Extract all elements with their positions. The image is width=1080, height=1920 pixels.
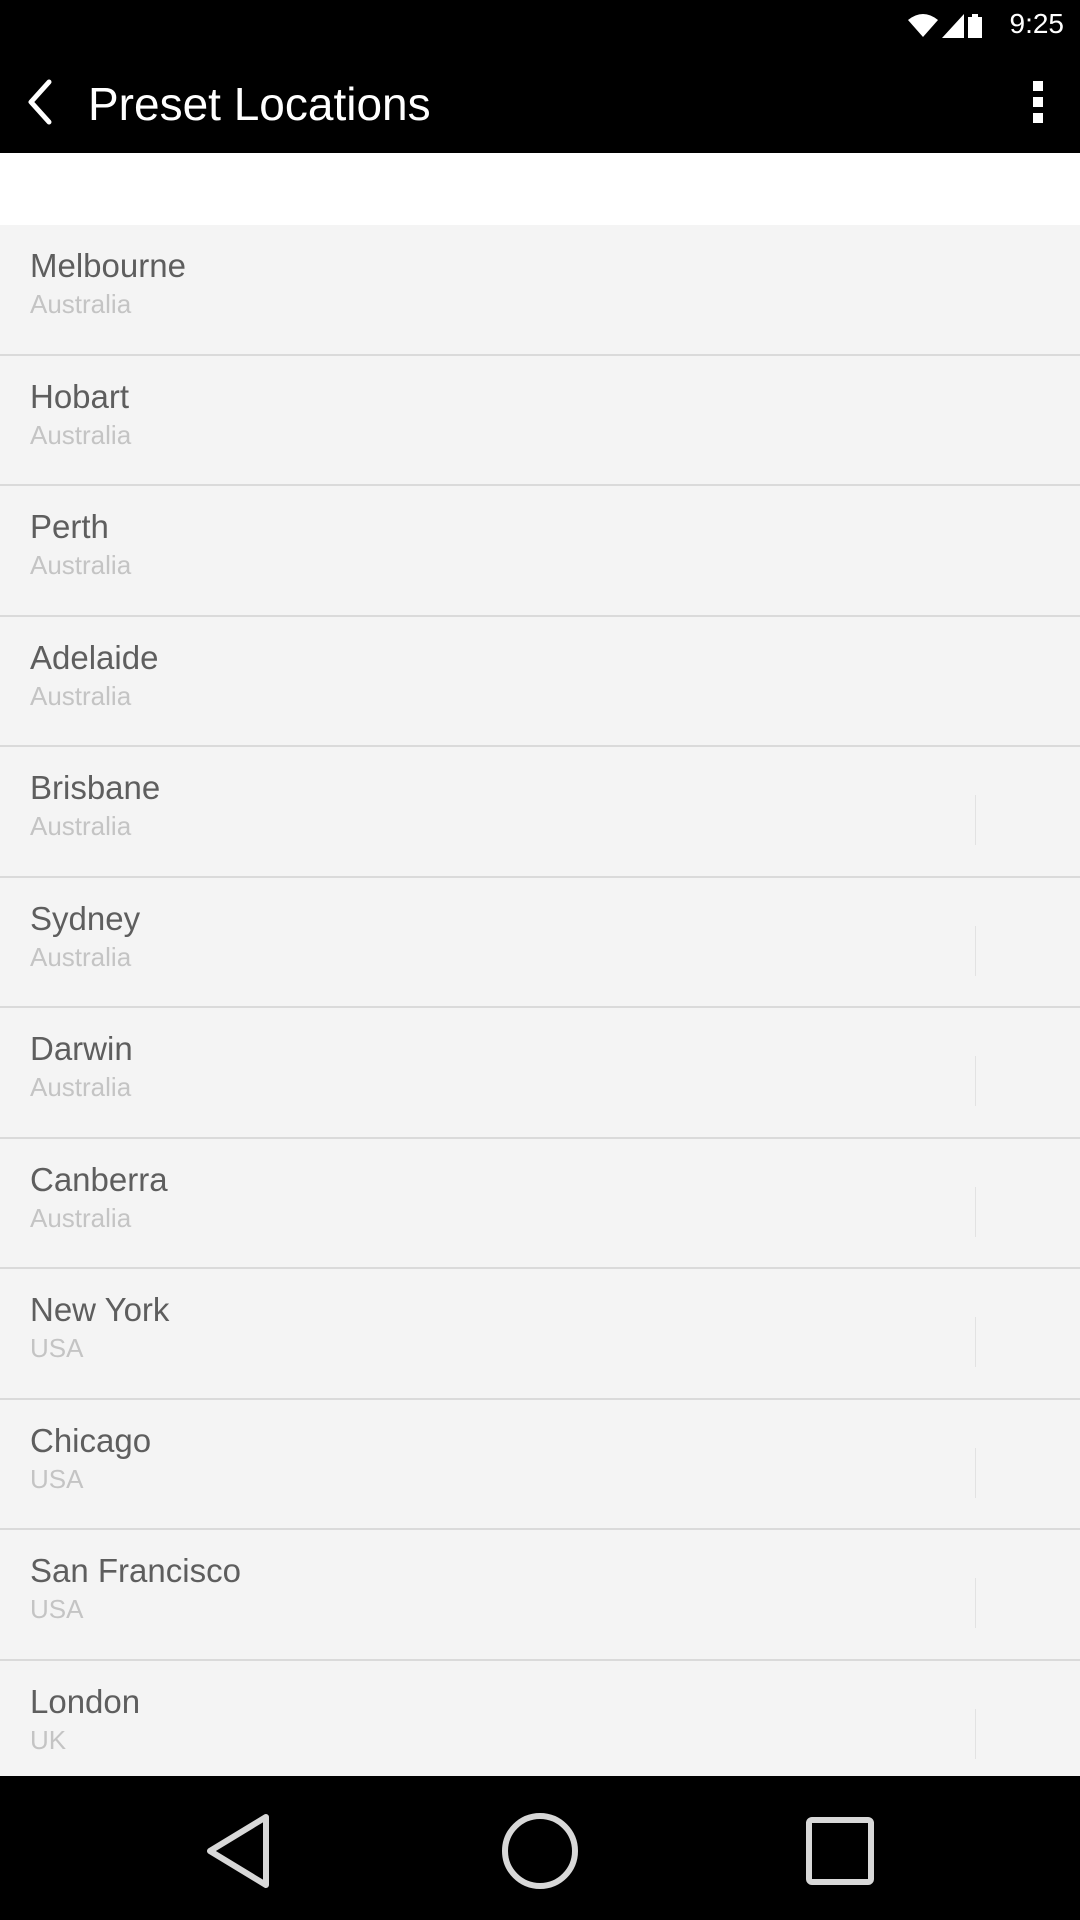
chevron-left-icon [28,79,52,125]
country-name: Australia [30,289,132,319]
list-item[interactable]: Canberra Australia [0,1138,1080,1269]
item-divider-handle [975,1447,976,1498]
list-item[interactable]: Hobart Australia [0,355,1080,486]
list-item[interactable]: Chicago USA [0,1399,1080,1530]
more-vert-icon [1033,81,1043,123]
city-name: Chicago [30,1421,152,1459]
list-item[interactable]: San Francisco USA [0,1530,1080,1661]
country-name: Australia [30,680,132,711]
nav-back-button[interactable] [193,1806,283,1896]
country-name: Australia [30,811,132,841]
list-item[interactable]: Melbourne Australia [0,225,1080,356]
city-name: Brisbane [30,769,161,806]
country-name: UK [30,1724,67,1755]
city-name: Melbourne [30,247,186,284]
country-name: USA [30,1594,84,1624]
city-name: London [30,1682,141,1720]
more-options-button[interactable] [1008,72,1068,132]
nav-home-button[interactable] [495,1806,585,1896]
nav-recents-button[interactable] [795,1806,885,1896]
country-name: USA [30,1333,84,1363]
list-item[interactable]: Perth Australia [0,486,1080,617]
country-name: Australia [30,941,132,972]
country-name: Australia [30,1072,132,1102]
item-divider-handle [975,1708,976,1759]
list-item[interactable]: Brisbane Australia [0,747,1080,878]
status-icons [908,12,982,38]
country-name: Australia [30,550,132,580]
list-item[interactable]: London UK [0,1660,1080,1776]
status-time: 9:25 [1009,8,1065,39]
item-divider-handle [975,795,976,845]
country-name: Australia [30,419,132,450]
list-item[interactable]: Darwin Australia [0,1008,1080,1139]
city-name: Perth [30,508,109,545]
city-name: Darwin [30,1030,133,1067]
city-name: Hobart [30,377,130,415]
location-list[interactable]: Melbourne Australia Hobart Australia Per… [0,225,1080,1776]
list-item[interactable]: New York USA [0,1269,1080,1400]
country-name: USA [30,1463,84,1494]
item-divider-handle [975,1317,976,1367]
header-spacer [0,153,1080,225]
page-title: Preset Locations [88,78,431,130]
app-bar: Preset Locations [0,50,1080,153]
nav-recents-icon [806,1817,874,1885]
item-divider-handle [975,925,976,976]
item-divider-handle [975,1578,976,1628]
cell-signal-icon [942,14,964,38]
navigation-bar [0,1776,1080,1920]
list-item[interactable]: Sydney Australia [0,877,1080,1008]
country-name: Australia [30,1202,132,1233]
city-name: New York [30,1291,170,1328]
city-name: Adelaide [30,638,159,676]
battery-icon [968,14,982,38]
back-button[interactable] [10,72,70,132]
item-divider-handle [975,1186,976,1237]
wifi-icon [908,14,938,37]
nav-home-icon [502,1813,578,1889]
city-name: Canberra [30,1160,168,1198]
list-item[interactable]: Adelaide Australia [0,616,1080,747]
item-divider-handle [975,1056,976,1106]
nav-back-icon [207,1814,269,1888]
status-bar: 9:25 [0,0,1080,50]
city-name: San Francisco [30,1552,241,1589]
city-name: Sydney [30,899,141,937]
